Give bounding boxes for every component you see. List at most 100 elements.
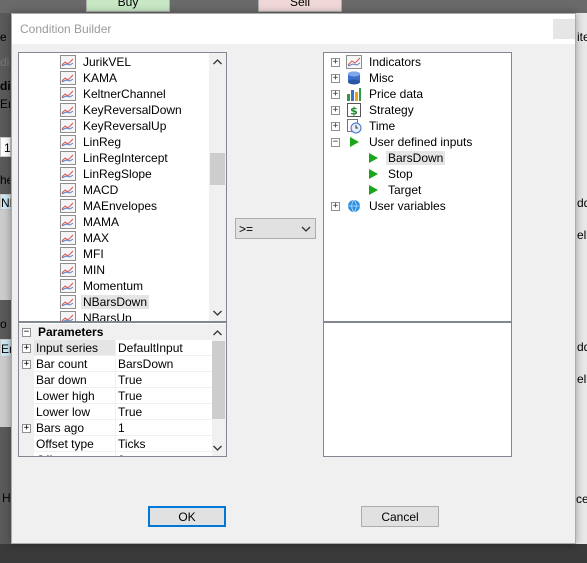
- parameter-value[interactable]: 0: [116, 452, 212, 456]
- parameter-value[interactable]: True: [116, 388, 212, 404]
- indicator-list-item[interactable]: Momentum: [60, 278, 145, 294]
- indicator-list-label: Momentum: [83, 279, 144, 293]
- tree-item[interactable]: BarsDown: [365, 150, 446, 166]
- parameter-value[interactable]: Ticks: [116, 436, 212, 452]
- parameter-value[interactable]: DefaultInput: [116, 340, 212, 356]
- scroll-down-arrow[interactable]: [209, 304, 226, 321]
- parameter-row[interactable]: + Bars ago 1: [19, 420, 212, 436]
- parameter-gutter[interactable]: +: [19, 340, 34, 356]
- parameter-row[interactable]: + Input series DefaultInput: [19, 340, 212, 356]
- parameter-gutter[interactable]: +: [19, 420, 34, 436]
- indicator-list-item[interactable]: MACD: [60, 182, 120, 198]
- tree-item[interactable]: Target: [365, 182, 423, 198]
- chevron-up-icon: [213, 58, 222, 64]
- parameters-grid[interactable]: − Parameters + Input series DefaultInput + B…: [18, 322, 227, 457]
- background-buy-button: Buy: [86, 0, 170, 12]
- dialog-titlebar[interactable]: Condition Builder: [12, 14, 575, 44]
- collapse-icon[interactable]: −: [331, 137, 340, 147]
- parameter-row[interactable]: Lower high True: [19, 388, 212, 404]
- tree-item[interactable]: + Price data: [331, 86, 425, 102]
- indicator-list-item[interactable]: MAEnvelopes: [60, 198, 159, 214]
- parameter-name: Bars ago: [34, 420, 116, 436]
- indicator-chart-icon: [60, 151, 76, 165]
- indicator-list-item[interactable]: LinReg: [60, 134, 123, 150]
- tree-item-label: Strategy: [369, 103, 414, 117]
- expand-icon[interactable]: +: [331, 89, 340, 99]
- indicator-list-item[interactable]: KeyReversalUp: [60, 118, 168, 134]
- parameter-row[interactable]: + Bar count BarsDown: [19, 356, 212, 372]
- indicator-list-item[interactable]: MFI: [60, 246, 106, 262]
- indicator-list-item[interactable]: KeltnerChannel: [60, 86, 168, 102]
- indicator-list-item[interactable]: NBarsUp: [60, 310, 134, 322]
- indicator-list-item[interactable]: LinRegIntercept: [60, 150, 170, 166]
- indicator-chart-icon: [60, 135, 76, 149]
- indicator-list-item[interactable]: JurikVEL: [60, 54, 133, 70]
- indicator-list-item[interactable]: KAMA: [60, 70, 119, 86]
- scroll-up-arrow[interactable]: [209, 53, 226, 70]
- parameter-row[interactable]: Bar down True: [19, 372, 212, 388]
- tree-item[interactable]: + $ Strategy: [331, 102, 416, 118]
- bg-frag-en: En: [0, 97, 10, 111]
- indicator-list-label: MAX: [83, 231, 110, 245]
- expand-icon[interactable]: +: [331, 121, 340, 131]
- cancel-button[interactable]: Cancel: [361, 506, 439, 527]
- parameter-name: Input series: [34, 340, 116, 356]
- tree-item[interactable]: − User defined inputs: [331, 134, 474, 150]
- bg-frag-el1: el: [577, 228, 587, 242]
- operator-combo-value: >=: [239, 221, 254, 236]
- parameter-value[interactable]: BarsDown: [116, 356, 212, 372]
- chevron-down-icon: [301, 226, 311, 232]
- indicator-list-item[interactable]: MAX: [60, 230, 111, 246]
- bg-frag-dd1: dd: [577, 196, 587, 210]
- parameter-row[interactable]: Offset0: [19, 452, 212, 456]
- play-arrow-icon: [365, 150, 381, 166]
- chevron-down-icon: [213, 310, 222, 316]
- indicator-list-item[interactable]: MAMA: [60, 214, 121, 230]
- tree-item[interactable]: + Misc: [331, 70, 396, 86]
- indicator-list-label: NBarsDown: [81, 295, 150, 309]
- tree-item[interactable]: + Indicators: [331, 54, 423, 70]
- indicator-list-item[interactable]: LinRegSlope: [60, 166, 154, 182]
- parameter-row[interactable]: Lower low True: [19, 404, 212, 420]
- param-scroll-thumb[interactable]: [210, 341, 225, 419]
- expand-icon[interactable]: +: [331, 105, 340, 115]
- tree-item[interactable]: Stop: [365, 166, 415, 182]
- parameter-name: Lower high: [34, 388, 116, 404]
- indicator-list-label: MIN: [83, 263, 105, 277]
- background-sell-label: Sell: [289, 0, 310, 9]
- parameter-value[interactable]: True: [116, 404, 212, 420]
- tree-item-label: BarsDown: [386, 151, 446, 165]
- parameter-value[interactable]: 1: [116, 420, 212, 436]
- globe-icon: [346, 198, 362, 214]
- operator-combo[interactable]: >=: [235, 218, 316, 239]
- tree-item[interactable]: + Time: [331, 118, 397, 134]
- expand-icon[interactable]: +: [331, 73, 340, 83]
- expand-icon[interactable]: +: [331, 57, 340, 67]
- indicator-list-label: LinReg: [83, 135, 122, 149]
- indicator-list-item[interactable]: NBarsDown: [60, 294, 150, 310]
- close-button[interactable]: [553, 19, 575, 39]
- parameter-name: Lower low: [34, 404, 116, 420]
- bg-frag-cel: cel: [576, 492, 587, 506]
- indicator-chart-icon: [60, 199, 76, 213]
- indicator-list-item[interactable]: MIN: [60, 262, 107, 278]
- expand-icon[interactable]: +: [331, 201, 340, 211]
- parameter-value[interactable]: True: [116, 372, 212, 388]
- play-arrow-icon: [346, 134, 362, 150]
- parameter-gutter[interactable]: +: [19, 356, 34, 372]
- indicator-list-label: NBarsUp: [83, 311, 132, 322]
- indicator-list-scrollbar[interactable]: [209, 53, 226, 321]
- tree-item[interactable]: + User variables: [331, 198, 448, 214]
- indicator-chart-icon: [60, 311, 76, 321]
- indicator-list[interactable]: NBarsUp NBarsDown Momentum MIN MFI MAX MAMA MAE…: [18, 52, 227, 322]
- indicator-chart-icon: [60, 231, 76, 245]
- indicator-list-item[interactable]: KeyReversalDown: [60, 102, 184, 118]
- scroll-thumb[interactable]: [210, 153, 225, 185]
- ok-button[interactable]: OK: [148, 506, 226, 527]
- parameter-row[interactable]: Offset type Ticks: [19, 436, 212, 452]
- parameters-collapse[interactable]: −: [19, 324, 34, 340]
- bg-frag-he: he: [0, 173, 10, 187]
- bg-frag-h: H: [2, 491, 11, 505]
- condition-tree[interactable]: + Indicators + Misc + Price data + $ Strategy + Ti…: [323, 52, 512, 322]
- param-scroll-up[interactable]: [209, 324, 226, 341]
